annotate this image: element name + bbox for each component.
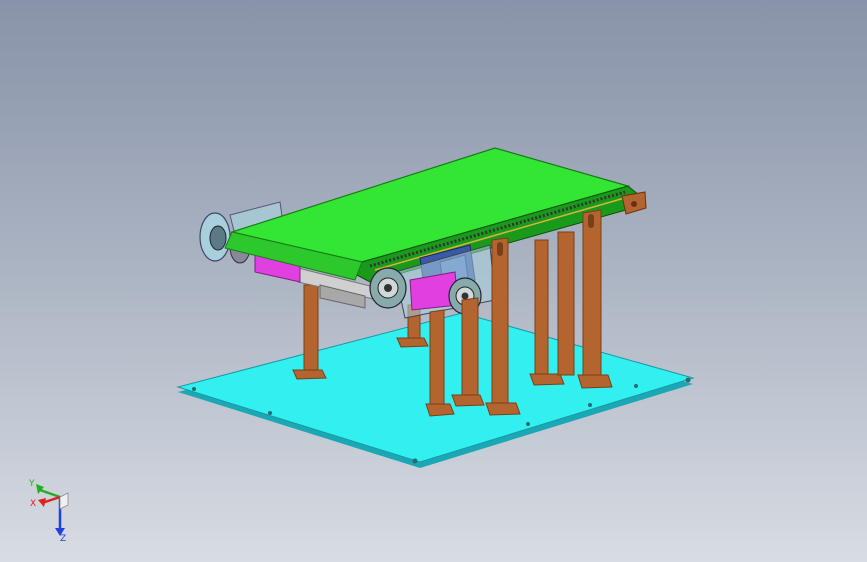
y-axis-line bbox=[39, 488, 61, 499]
cad-viewport[interactable]: Y X Z bbox=[0, 0, 867, 562]
y-axis-label: Y bbox=[28, 479, 35, 489]
y-axis-arrow-icon bbox=[36, 484, 44, 494]
x-axis-arrow-icon bbox=[38, 498, 46, 507]
conveyor-model[interactable]: Y X Z bbox=[0, 0, 867, 562]
z-axis-label: Z bbox=[60, 534, 66, 544]
belt-end-cap[interactable] bbox=[621, 191, 647, 215]
x-axis-label: X bbox=[30, 499, 36, 509]
coordinate-triad: Y X Z bbox=[28, 479, 69, 544]
